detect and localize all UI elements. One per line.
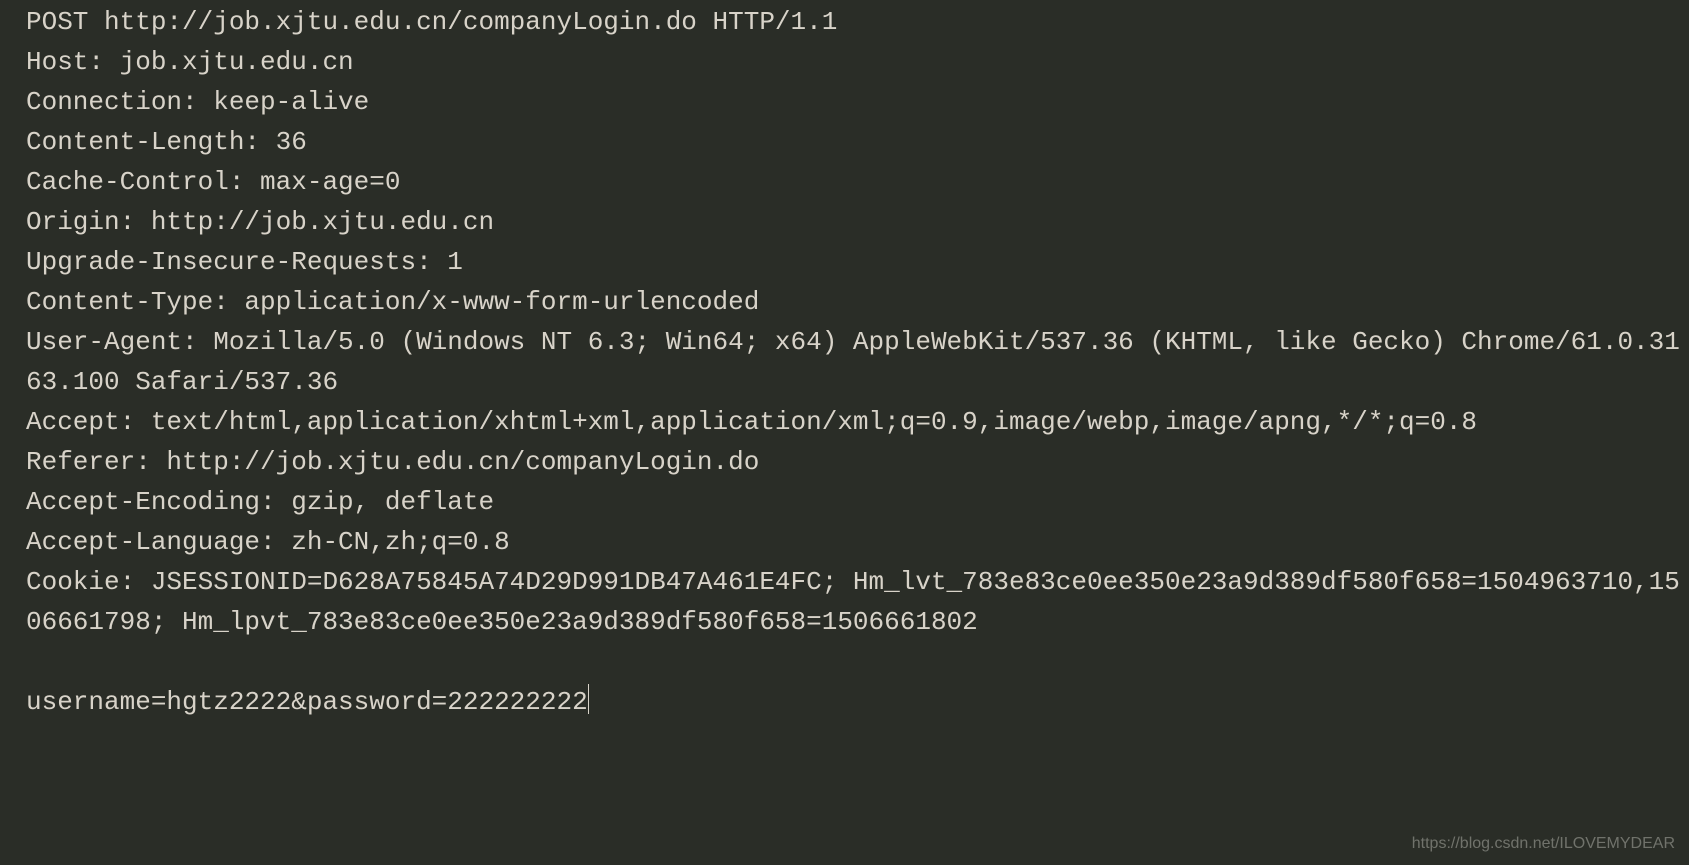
code-line[interactable]: Connection: keep-alive — [26, 82, 1689, 122]
code-line[interactable]: Cache-Control: max-age=0 — [26, 162, 1689, 202]
code-line[interactable]: Content-Length: 36 — [26, 122, 1689, 162]
code-line[interactable]: Content-Type: application/x-www-form-url… — [26, 282, 1689, 322]
code-line[interactable]: Upgrade-Insecure-Requests: 1 — [26, 242, 1689, 282]
code-line[interactable]: Origin: http://job.xjtu.edu.cn — [26, 202, 1689, 242]
code-line[interactable]: Accept: text/html,application/xhtml+xml,… — [26, 402, 1689, 442]
code-editor[interactable]: POST http://job.xjtu.edu.cn/companyLogin… — [0, 0, 1689, 865]
code-line[interactable]: Host: job.xjtu.edu.cn — [26, 42, 1689, 82]
code-line[interactable]: POST http://job.xjtu.edu.cn/companyLogin… — [26, 2, 1689, 42]
code-line[interactable]: username=hgtz2222&password=222222222 — [26, 682, 1689, 722]
code-line[interactable]: User-Agent: Mozilla/5.0 (Windows NT 6.3;… — [26, 322, 1689, 402]
editor-content[interactable]: POST http://job.xjtu.edu.cn/companyLogin… — [18, 0, 1689, 865]
code-line[interactable] — [26, 642, 1689, 682]
code-line[interactable]: Cookie: JSESSIONID=D628A75845A74D29D991D… — [26, 562, 1689, 642]
code-line[interactable]: Accept-Encoding: gzip, deflate — [26, 482, 1689, 522]
text-cursor — [588, 684, 589, 714]
line-number-gutter — [0, 0, 18, 865]
watermark-text: https://blog.csdn.net/ILOVEMYDEAR — [1412, 832, 1675, 857]
code-line[interactable]: Referer: http://job.xjtu.edu.cn/companyL… — [26, 442, 1689, 482]
code-line[interactable]: Accept-Language: zh-CN,zh;q=0.8 — [26, 522, 1689, 562]
